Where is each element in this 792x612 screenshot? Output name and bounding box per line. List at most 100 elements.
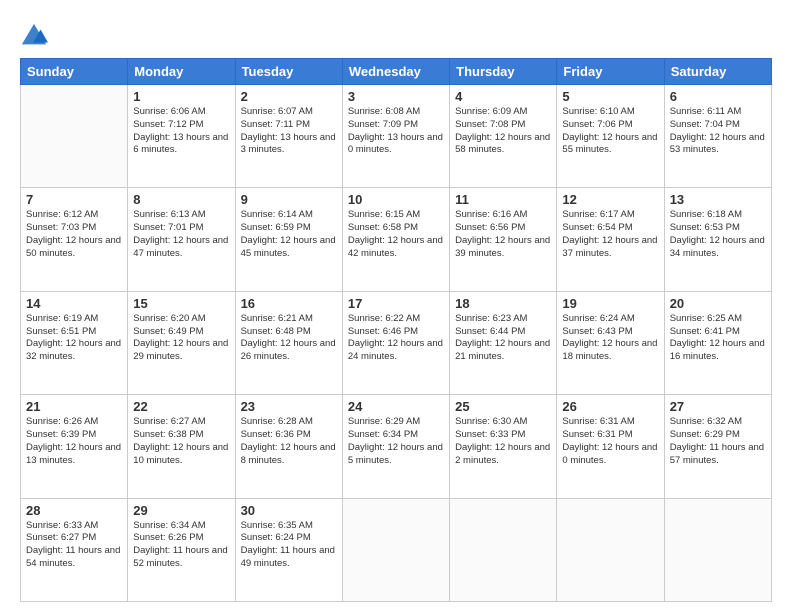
day-info: Sunrise: 6:16 AMSunset: 6:56 PMDaylight:… (455, 209, 551, 260)
calendar-day-header: Wednesday (342, 59, 449, 85)
day-info: Sunrise: 6:14 AMSunset: 6:59 PMDaylight:… (241, 209, 337, 260)
calendar-cell: 13 Sunrise: 6:18 AMSunset: 6:53 PMDayligh… (664, 188, 771, 291)
calendar-cell: 17 Sunrise: 6:22 AMSunset: 6:46 PMDayligh… (342, 291, 449, 394)
day-number: 15 (133, 296, 229, 311)
day-info: Sunrise: 6:18 AMSunset: 6:53 PMDaylight:… (670, 209, 766, 260)
calendar-cell: 4Sunrise: 6:09 AMSunset: 7:08 PMDaylight… (450, 85, 557, 188)
day-number: 26 (562, 399, 658, 414)
day-info: Sunrise: 6:27 AMSunset: 6:38 PMDaylight:… (133, 416, 229, 467)
calendar-cell: 16Sunrise: 6:21 AMSunset: 6:48 PMDayligh… (235, 291, 342, 394)
calendar-cell (342, 498, 449, 601)
page: SundayMondayTuesdayWednesdayThursdayFrid… (0, 0, 792, 612)
calendar-cell (450, 498, 557, 601)
day-info: Sunrise: 6:21 AMSunset: 6:48 PMDaylight:… (241, 313, 337, 364)
calendar-cell: 26 Sunrise: 6:31 AMSunset: 6:31 PMDayligh… (557, 395, 664, 498)
day-number: 3 (348, 89, 444, 104)
calendar-cell: 8 Sunrise: 6:13 AMSunset: 7:01 PMDaylight… (128, 188, 235, 291)
calendar-week-row: 21 Sunrise: 6:26 AMSunset: 6:39 PMDayligh… (21, 395, 772, 498)
calendar-day-header: Friday (557, 59, 664, 85)
day-number: 14 (26, 296, 122, 311)
calendar-header-row: SundayMondayTuesdayWednesdayThursdayFrid… (21, 59, 772, 85)
day-info: Sunrise: 6:23 AMSunset: 6:44 PMDaylight:… (455, 313, 551, 364)
calendar-day-header: Thursday (450, 59, 557, 85)
day-info: Sunrise: 6:11 AMSunset: 7:04 PMDaylight:… (670, 106, 766, 157)
calendar-cell: 27 Sunrise: 6:32 AMSunset: 6:29 PMDayligh… (664, 395, 771, 498)
day-number: 7 (26, 192, 122, 207)
day-info: Sunrise: 6:26 AMSunset: 6:39 PMDaylight:… (26, 416, 122, 467)
day-number: 11 (455, 192, 551, 207)
calendar-day-header: Tuesday (235, 59, 342, 85)
day-info: Sunrise: 6:25 AMSunset: 6:41 PMDaylight:… (670, 313, 766, 364)
day-info: Sunrise: 6:22 AMSunset: 6:46 PMDaylight:… (348, 313, 444, 364)
day-info: Sunrise: 6:33 AMSunset: 6:27 PMDaylight:… (26, 520, 122, 571)
day-number: 18 (455, 296, 551, 311)
day-info: Sunrise: 6:10 AMSunset: 7:06 PMDaylight:… (562, 106, 658, 157)
calendar-cell: 10 Sunrise: 6:15 AMSunset: 6:58 PMDayligh… (342, 188, 449, 291)
day-info: Sunrise: 6:12 AMSunset: 7:03 PMDaylight:… (26, 209, 122, 260)
calendar-cell: 7 Sunrise: 6:12 AMSunset: 7:03 PMDaylight… (21, 188, 128, 291)
calendar-cell: 2Sunrise: 6:07 AMSunset: 7:11 PMDaylight… (235, 85, 342, 188)
day-number: 13 (670, 192, 766, 207)
day-info: Sunrise: 6:07 AMSunset: 7:11 PMDaylight:… (241, 106, 337, 157)
day-number: 12 (562, 192, 658, 207)
day-number: 21 (26, 399, 122, 414)
day-number: 19 (562, 296, 658, 311)
calendar-cell: 14 Sunrise: 6:19 AMSunset: 6:51 PMDayligh… (21, 291, 128, 394)
calendar-table: SundayMondayTuesdayWednesdayThursdayFrid… (20, 58, 772, 602)
day-info: Sunrise: 6:30 AMSunset: 6:33 PMDaylight:… (455, 416, 551, 467)
calendar-week-row: 28 Sunrise: 6:33 AMSunset: 6:27 PMDayligh… (21, 498, 772, 601)
calendar-cell: 3 Sunrise: 6:08 AMSunset: 7:09 PMDaylight… (342, 85, 449, 188)
calendar-cell: 18 Sunrise: 6:23 AMSunset: 6:44 PMDayligh… (450, 291, 557, 394)
logo (20, 22, 51, 50)
day-info: Sunrise: 6:32 AMSunset: 6:29 PMDaylight:… (670, 416, 766, 467)
calendar-cell: 20 Sunrise: 6:25 AMSunset: 6:41 PMDayligh… (664, 291, 771, 394)
day-number: 5 (562, 89, 658, 104)
calendar-cell (21, 85, 128, 188)
calendar-cell: 22 Sunrise: 6:27 AMSunset: 6:38 PMDayligh… (128, 395, 235, 498)
day-info: Sunrise: 6:31 AMSunset: 6:31 PMDaylight:… (562, 416, 658, 467)
calendar-cell: 9 Sunrise: 6:14 AMSunset: 6:59 PMDaylight… (235, 188, 342, 291)
calendar-cell: 24Sunrise: 6:29 AMSunset: 6:34 PMDayligh… (342, 395, 449, 498)
calendar-cell: 15 Sunrise: 6:20 AMSunset: 6:49 PMDayligh… (128, 291, 235, 394)
day-info: Sunrise: 6:24 AMSunset: 6:43 PMDaylight:… (562, 313, 658, 364)
day-number: 1 (133, 89, 229, 104)
day-info: Sunrise: 6:15 AMSunset: 6:58 PMDaylight:… (348, 209, 444, 260)
day-number: 30 (241, 503, 337, 518)
calendar-week-row: 1 Sunrise: 6:06 AMSunset: 7:12 PMDaylight… (21, 85, 772, 188)
calendar-week-row: 14 Sunrise: 6:19 AMSunset: 6:51 PMDayligh… (21, 291, 772, 394)
day-number: 8 (133, 192, 229, 207)
day-number: 4 (455, 89, 551, 104)
day-number: 10 (348, 192, 444, 207)
day-number: 28 (26, 503, 122, 518)
calendar-cell: 23 Sunrise: 6:28 AMSunset: 6:36 PMDayligh… (235, 395, 342, 498)
day-number: 25 (455, 399, 551, 414)
calendar-cell: 29 Sunrise: 6:34 AMSunset: 6:26 PMDayligh… (128, 498, 235, 601)
calendar-cell: 1 Sunrise: 6:06 AMSunset: 7:12 PMDaylight… (128, 85, 235, 188)
calendar-cell: 28 Sunrise: 6:33 AMSunset: 6:27 PMDayligh… (21, 498, 128, 601)
day-number: 23 (241, 399, 337, 414)
calendar-day-header: Sunday (21, 59, 128, 85)
calendar-cell: 21 Sunrise: 6:26 AMSunset: 6:39 PMDayligh… (21, 395, 128, 498)
day-number: 22 (133, 399, 229, 414)
calendar-day-header: Saturday (664, 59, 771, 85)
day-number: 24 (348, 399, 444, 414)
header (20, 18, 772, 50)
day-number: 20 (670, 296, 766, 311)
calendar-cell: 19 Sunrise: 6:24 AMSunset: 6:43 PMDayligh… (557, 291, 664, 394)
day-info: Sunrise: 6:34 AMSunset: 6:26 PMDaylight:… (133, 520, 229, 571)
calendar-week-row: 7 Sunrise: 6:12 AMSunset: 7:03 PMDaylight… (21, 188, 772, 291)
day-info: Sunrise: 6:06 AMSunset: 7:12 PMDaylight:… (133, 106, 229, 157)
day-info: Sunrise: 6:20 AMSunset: 6:49 PMDaylight:… (133, 313, 229, 364)
day-number: 29 (133, 503, 229, 518)
day-info: Sunrise: 6:35 AMSunset: 6:24 PMDaylight:… (241, 520, 337, 571)
day-info: Sunrise: 6:08 AMSunset: 7:09 PMDaylight:… (348, 106, 444, 157)
calendar-cell: 30 Sunrise: 6:35 AMSunset: 6:24 PMDayligh… (235, 498, 342, 601)
day-number: 27 (670, 399, 766, 414)
day-number: 9 (241, 192, 337, 207)
day-info: Sunrise: 6:13 AMSunset: 7:01 PMDaylight:… (133, 209, 229, 260)
day-info: Sunrise: 6:19 AMSunset: 6:51 PMDaylight:… (26, 313, 122, 364)
calendar-cell: 11 Sunrise: 6:16 AMSunset: 6:56 PMDayligh… (450, 188, 557, 291)
calendar-cell (664, 498, 771, 601)
day-info: Sunrise: 6:28 AMSunset: 6:36 PMDaylight:… (241, 416, 337, 467)
day-number: 17 (348, 296, 444, 311)
